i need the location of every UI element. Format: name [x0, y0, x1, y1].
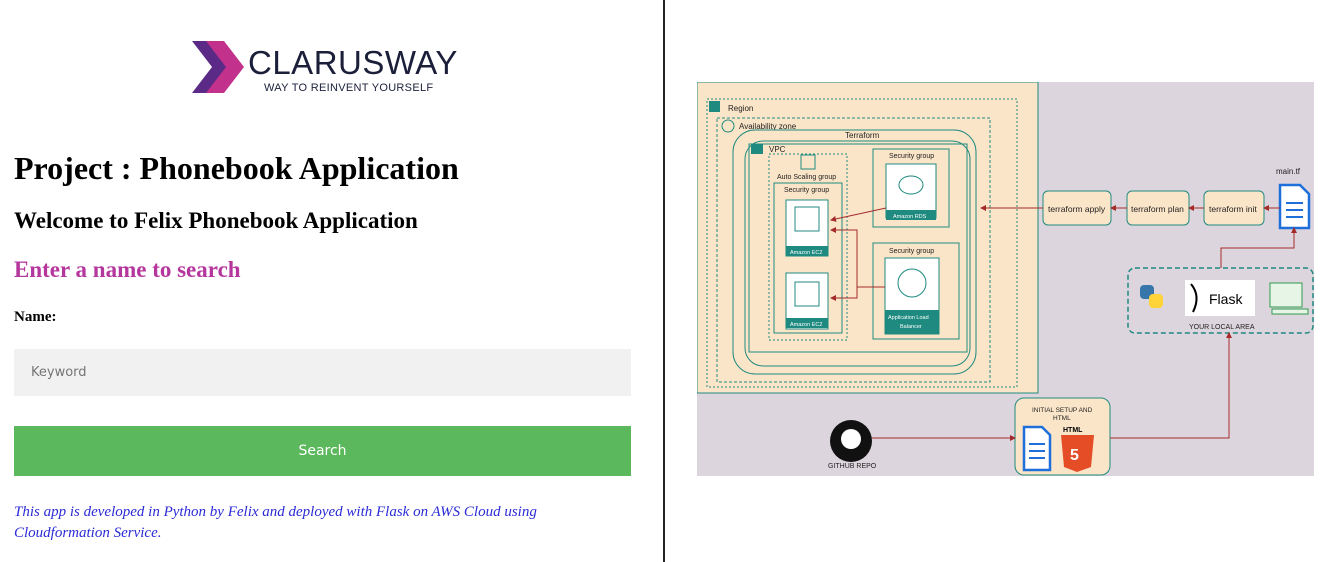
github-repo-label: GITHUB REPO	[828, 463, 877, 470]
name-label: Name:	[14, 309, 57, 325]
ec2-a-label: Amazon EC2	[790, 250, 822, 256]
document-icon	[1022, 425, 1052, 472]
ec2-b-label: Amazon EC2	[790, 322, 822, 328]
keyword-input[interactable]	[14, 349, 631, 396]
rds-security-group-label: Security group	[889, 153, 934, 160]
clarusway-chevron-icon	[192, 41, 244, 93]
phonebook-panel: CLARUSWAY WAY TO REINVENT YOURSELF Proje…	[0, 0, 663, 562]
vertical-divider	[663, 0, 665, 562]
terraform-init-label: terraform init	[1209, 204, 1257, 214]
brand-tagline: WAY TO REINVENT YOURSELF	[264, 82, 434, 94]
main-tf-file-icon	[1278, 183, 1311, 230]
svg-text:5: 5	[1070, 447, 1079, 464]
rds-label: Amazon RDS	[893, 214, 927, 220]
brand-name: CLARUSWAY	[248, 44, 458, 81]
search-button[interactable]: Search	[14, 426, 631, 476]
architecture-diagram-svg: Region Availability zone Terraform VPC A…	[696, 81, 1314, 476]
vpc-label: VPC	[769, 145, 786, 154]
terraform-label: Terraform	[845, 131, 880, 140]
html-badge-label: HTML	[1063, 427, 1083, 434]
alb-security-group-label: Security group	[889, 248, 934, 255]
footer-note: This app is developed in Python by Felix…	[14, 504, 537, 541]
architecture-diagram: Region Availability zone Terraform VPC A…	[696, 81, 1314, 476]
initial-setup-line2: HTML	[1053, 415, 1071, 422]
alb-label-line2: Balancer	[900, 324, 922, 330]
alb-label-line1: Application Load	[888, 315, 929, 321]
terraform-apply-label: terraform apply	[1048, 204, 1106, 214]
ec2-security-group-label: Security group	[784, 187, 829, 194]
flask-label: Flask	[1209, 291, 1243, 307]
search-heading: Enter a name to search	[14, 257, 241, 282]
computer-icon	[1269, 282, 1309, 315]
region-label: Region	[728, 104, 753, 113]
main-tf-label: main.tf	[1276, 167, 1301, 176]
initial-setup-line1: INITIAL SETUP AND	[1032, 407, 1093, 414]
local-area-label: YOUR LOCAL AREA	[1189, 324, 1255, 331]
clarusway-logo: CLARUSWAY WAY TO REINVENT YOURSELF	[190, 38, 480, 100]
terraform-plan-label: terraform plan	[1131, 204, 1184, 214]
auto-scaling-label: Auto Scaling group	[777, 174, 836, 181]
initial-setup-box: INITIAL SETUP AND HTML HTML 5	[1014, 397, 1111, 476]
page-title: Project : Phonebook Application	[14, 150, 459, 186]
welcome-heading: Welcome to Felix Phonebook Application	[14, 208, 418, 233]
